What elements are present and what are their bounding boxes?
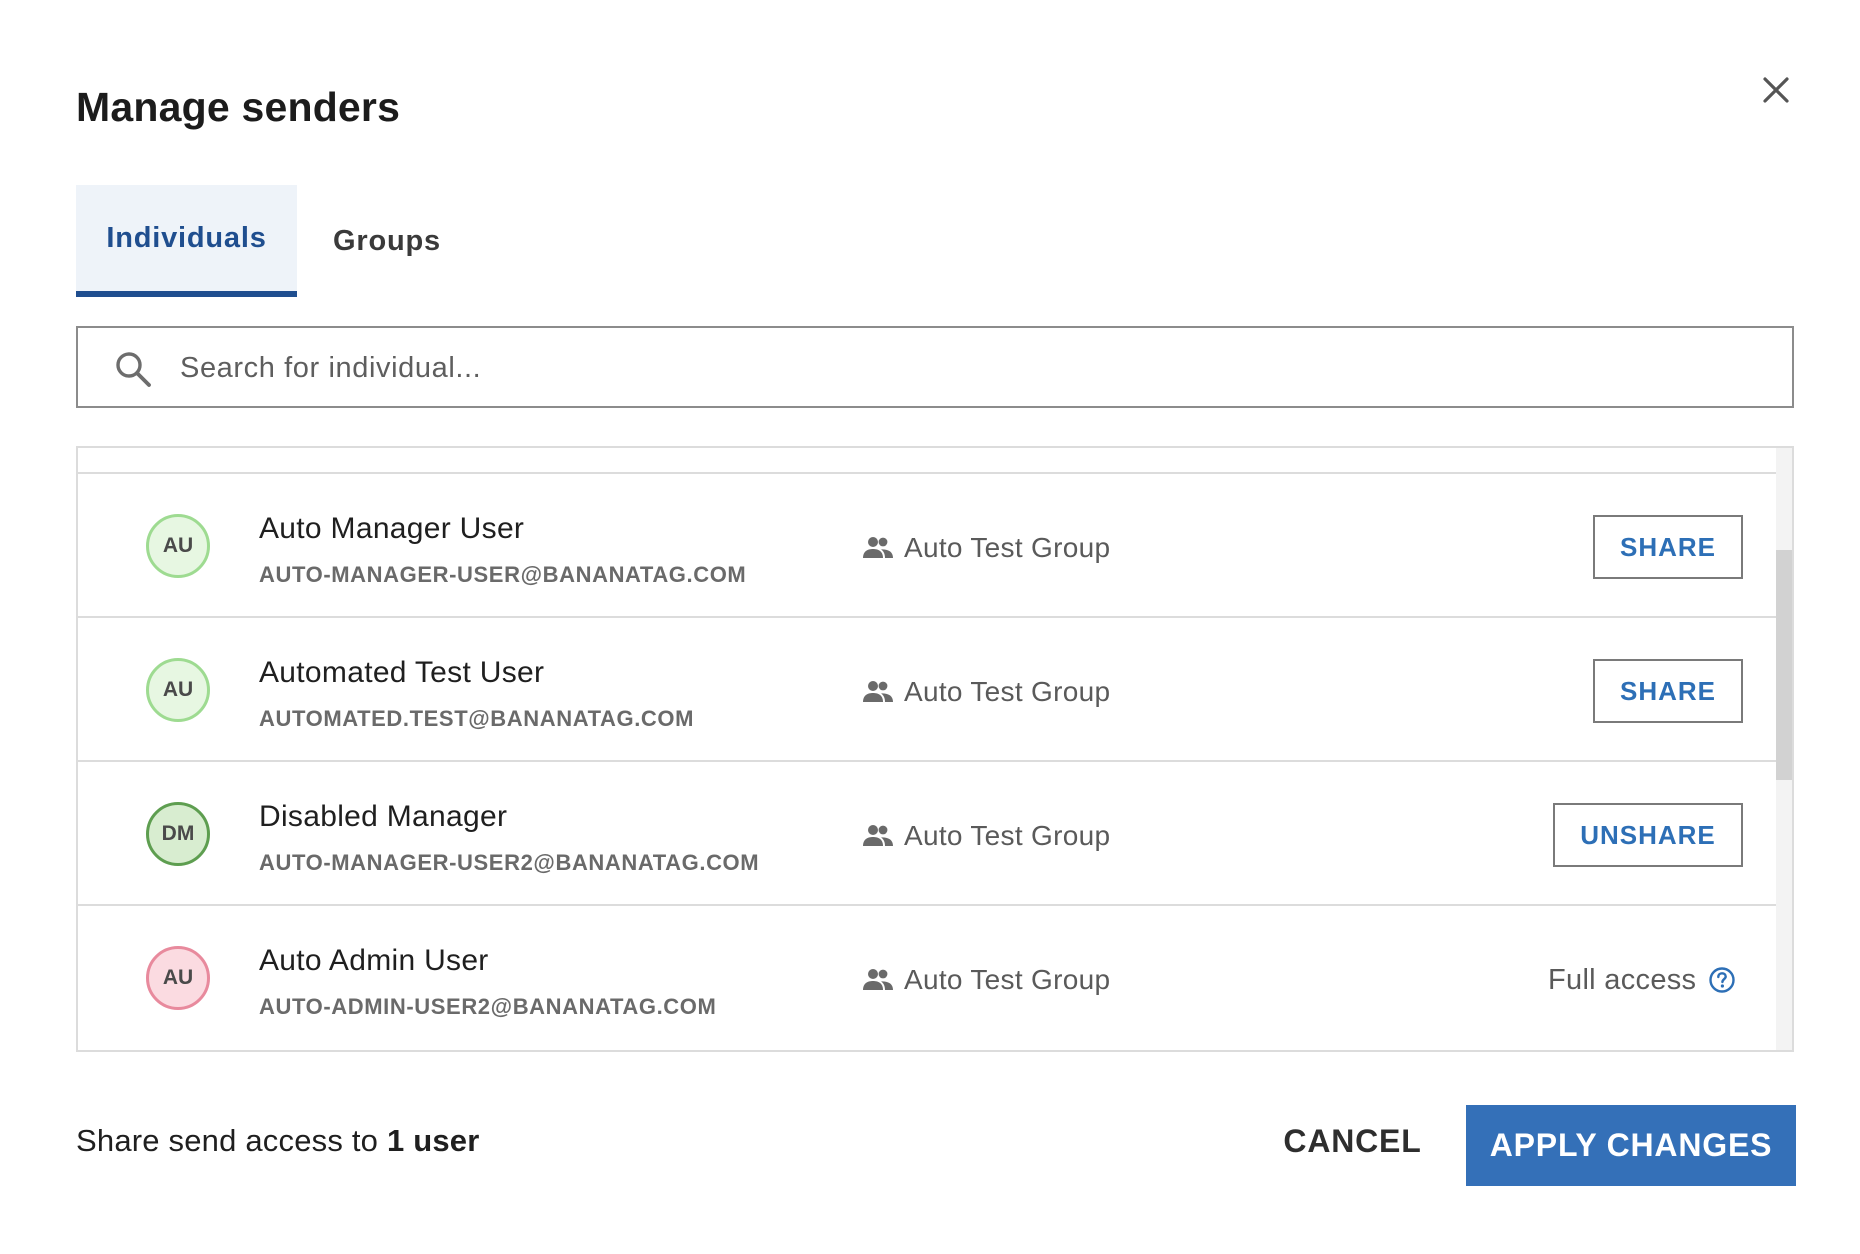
group-icon: [863, 681, 893, 702]
user-group: Auto Test Group: [862, 818, 1110, 854]
user-name: Disabled Manager: [259, 800, 508, 833]
user-email: AUTOMATED.TEST@BANANATAG.COM: [259, 706, 695, 731]
search-box: [76, 326, 1794, 408]
group-icon: [863, 537, 893, 558]
tab-groups[interactable]: Groups: [297, 185, 477, 297]
user-name: Auto Manager User: [259, 512, 525, 545]
manage-senders-dialog: Manage senders Individuals Groups AU Aut…: [0, 0, 1860, 1254]
scrollbar-track[interactable]: [1776, 448, 1792, 1050]
list-item: AU Automated Test User AUTOMATED.TEST@BA…: [78, 616, 1776, 760]
user-name: Auto Admin User: [259, 944, 489, 977]
close-button[interactable]: [1752, 66, 1800, 114]
avatar: AU: [146, 946, 210, 1010]
group-icon: [863, 969, 893, 990]
share-summary: Share send access to 1 user: [76, 1123, 479, 1159]
search-icon: [116, 352, 151, 387]
close-icon: [1763, 77, 1789, 103]
apply-changes-button[interactable]: APPLY CHANGES: [1466, 1105, 1796, 1186]
group-name: Auto Test Group: [904, 820, 1111, 851]
tab-individuals[interactable]: Individuals: [76, 185, 297, 297]
full-access-status: Full access: [1548, 962, 1736, 998]
avatar: AU: [146, 658, 210, 722]
help-icon[interactable]: [1708, 966, 1736, 994]
avatar: AU: [146, 514, 210, 578]
list-item: AU Auto Admin User AUTO-ADMIN-USER2@BANA…: [78, 904, 1776, 1048]
group-name: Auto Test Group: [904, 964, 1111, 995]
user-group: Auto Test Group: [862, 674, 1110, 710]
share-button[interactable]: SHARE: [1593, 515, 1743, 579]
group-name: Auto Test Group: [904, 676, 1111, 707]
dialog-title: Manage senders: [76, 84, 401, 130]
search-input[interactable]: [178, 328, 1762, 408]
user-email: AUTO-ADMIN-USER2@BANANATAG.COM: [259, 994, 717, 1019]
list-item: DM Disabled Manager AUTO-MANAGER-USER2@B…: [78, 760, 1776, 904]
share-summary-prefix: Share send access to: [76, 1123, 387, 1158]
user-list: AU Auto Manager User AUTO-MANAGER-USER@B…: [76, 446, 1794, 1052]
group-icon: [863, 825, 893, 846]
group-name: Auto Test Group: [904, 532, 1111, 563]
user-group: Auto Test Group: [862, 530, 1110, 566]
cancel-button[interactable]: CANCEL: [1270, 1100, 1435, 1182]
user-name: Automated Test User: [259, 656, 545, 689]
user-group: Auto Test Group: [862, 962, 1110, 998]
avatar: DM: [146, 802, 210, 866]
scrollbar-thumb[interactable]: [1776, 550, 1792, 780]
share-button[interactable]: SHARE: [1593, 659, 1743, 723]
user-email: AUTO-MANAGER-USER2@BANANATAG.COM: [259, 850, 760, 875]
full-access-label: Full access: [1548, 963, 1697, 996]
share-summary-count: 1 user: [386, 1123, 480, 1158]
user-email: AUTO-MANAGER-USER@BANANATAG.COM: [259, 562, 747, 587]
unshare-button[interactable]: UNSHARE: [1553, 803, 1743, 867]
list-item: AU Auto Manager User AUTO-MANAGER-USER@B…: [78, 472, 1776, 616]
